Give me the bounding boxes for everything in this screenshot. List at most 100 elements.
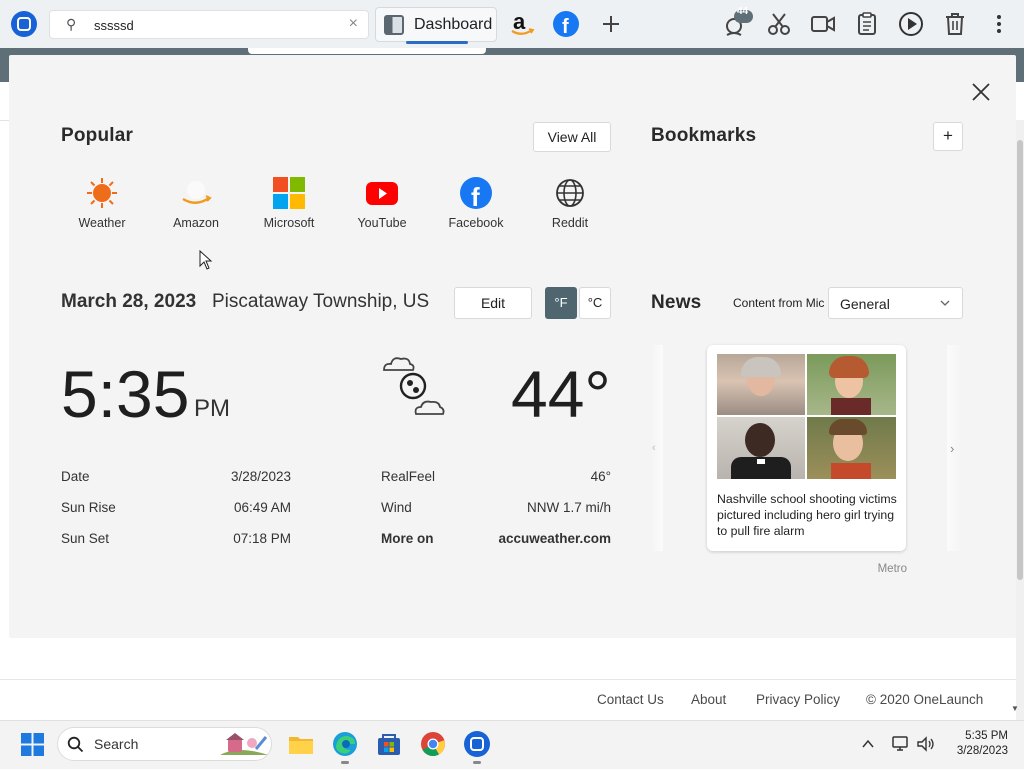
chevron-up-icon[interactable] xyxy=(861,737,875,751)
search-input-value[interactable]: sssssd xyxy=(94,18,134,33)
detail-label: Date xyxy=(61,469,90,484)
copyright-text: © 2020 OneLaunch xyxy=(866,692,984,707)
running-indicator xyxy=(473,761,481,764)
search-icon xyxy=(67,736,84,753)
weather-app-icon xyxy=(87,178,117,208)
app-tile-microsoft[interactable]: Microsoft xyxy=(249,167,329,237)
taskbar-search-box[interactable]: Search xyxy=(57,727,272,761)
detail-label: Wind xyxy=(381,500,412,515)
scrollbar-thumb[interactable] xyxy=(1017,140,1023,580)
file-explorer-icon[interactable] xyxy=(288,731,314,757)
tab-dashboard-label: Dashboard xyxy=(414,16,493,33)
microsoft-store-icon[interactable] xyxy=(376,731,402,757)
clipboard-icon[interactable] xyxy=(852,9,882,39)
onelaunch-logo-icon[interactable] xyxy=(11,11,37,37)
search-icon: ⚲ xyxy=(66,16,77,32)
edit-location-button[interactable]: Edit xyxy=(454,287,532,319)
news-headline[interactable]: Nashville school shooting victims pictur… xyxy=(717,491,897,539)
detail-label: Sun Rise xyxy=(61,500,116,515)
detail-value: 06:49 AM xyxy=(233,500,291,515)
privacy-policy-link[interactable]: Privacy Policy xyxy=(756,692,840,707)
weather-location[interactable]: Piscataway Township, US xyxy=(212,291,429,313)
app-label: Reddit xyxy=(551,216,589,230)
amazon-app-icon xyxy=(182,181,212,204)
search-highlight-art-icon xyxy=(220,733,268,755)
notification-count-badge: 44 xyxy=(736,6,749,17)
detail-value: 46° xyxy=(590,469,611,484)
mouse-cursor-icon xyxy=(199,250,213,270)
footer-divider xyxy=(0,679,1016,680)
more-options-icon[interactable] xyxy=(984,9,1014,39)
video-record-icon[interactable] xyxy=(808,9,838,39)
taskbar-date[interactable]: 3/28/2023 xyxy=(940,745,1008,757)
windows-start-icon[interactable] xyxy=(21,733,44,756)
content-source: Content from Mic xyxy=(716,289,828,319)
clear-search-icon[interactable]: × xyxy=(349,15,358,33)
globe-icon xyxy=(556,179,584,207)
news-category-value: General xyxy=(840,296,890,312)
edge-browser-icon[interactable] xyxy=(332,731,358,757)
news-title: News xyxy=(651,292,702,313)
detail-value: NNW 1.7 mi/h xyxy=(526,500,611,515)
network-icon[interactable] xyxy=(891,735,911,753)
volume-icon[interactable] xyxy=(916,735,936,753)
photo-woman-gray-hair xyxy=(717,354,805,415)
clock-time: 5:35 xyxy=(61,357,190,431)
running-indicator xyxy=(341,761,349,764)
celsius-toggle[interactable]: °C xyxy=(579,287,611,319)
content-source-label: Content from Mic xyxy=(733,296,825,310)
app-tile-reddit[interactable]: Reddit xyxy=(530,167,610,237)
app-tile-facebook[interactable]: f Facebook xyxy=(436,167,516,237)
app-label: Weather xyxy=(78,216,126,230)
detail-label: Sun Set xyxy=(61,531,110,546)
chevron-right-icon[interactable]: › xyxy=(950,441,954,456)
view-all-button[interactable]: View All xyxy=(533,122,611,152)
new-tab-icon[interactable] xyxy=(596,9,626,39)
accuweather-link[interactable]: accuweather.com xyxy=(481,531,611,546)
close-icon[interactable] xyxy=(968,79,994,105)
youtube-app-icon xyxy=(366,182,398,205)
svg-text:a: a xyxy=(513,9,526,34)
facebook-shortcut-icon[interactable]: f xyxy=(551,9,581,39)
app-label: Amazon xyxy=(173,216,219,230)
app-tile-amazon[interactable]: Amazon xyxy=(156,167,236,237)
photo-man-clergy xyxy=(717,417,805,479)
app-tile-weather[interactable]: Weather xyxy=(62,167,142,237)
popular-title: Popular xyxy=(61,125,134,146)
trash-icon[interactable] xyxy=(940,9,970,39)
detail-label: RealFeel xyxy=(381,469,436,484)
svg-text:f: f xyxy=(471,182,480,209)
photo-child xyxy=(807,417,896,479)
app-label: Facebook xyxy=(448,216,504,230)
amazon-shortcut-icon[interactable]: a xyxy=(507,9,537,39)
contact-us-link[interactable]: Contact Us xyxy=(597,692,664,707)
news-source: Metro xyxy=(877,563,907,575)
news-card[interactable]: Nashville school shooting victims pictur… xyxy=(707,345,906,551)
clock-ampm: PM xyxy=(194,395,230,422)
detail-value: 3/28/2023 xyxy=(230,469,291,484)
play-icon[interactable] xyxy=(896,9,926,39)
add-bookmark-button[interactable]: + xyxy=(933,122,963,151)
news-category-select[interactable]: General xyxy=(828,287,963,319)
photo-woman-red-hair xyxy=(807,354,896,415)
weather-date: March 28, 2023 xyxy=(61,291,197,312)
facebook-app-icon: f xyxy=(460,177,492,209)
chevron-left-icon[interactable]: ‹ xyxy=(652,442,656,454)
weather-condition-icon xyxy=(383,357,445,415)
search-input[interactable]: ⚲ sssssd × xyxy=(49,10,369,39)
scissors-icon[interactable] xyxy=(764,9,794,39)
microsoft-app-icon xyxy=(273,177,305,209)
detail-value: 07:18 PM xyxy=(233,531,291,546)
app-tile-youtube[interactable]: YouTube xyxy=(342,167,422,237)
about-link[interactable]: About xyxy=(691,692,726,707)
svg-text:f: f xyxy=(562,16,569,38)
onelaunch-taskbar-icon[interactable] xyxy=(464,731,490,757)
temperature: 44° xyxy=(511,357,611,431)
chrome-browser-icon[interactable] xyxy=(420,731,446,757)
tab-dashboard[interactable]: Dashboard xyxy=(375,7,497,44)
detail-label: More on xyxy=(381,531,434,546)
taskbar-time[interactable]: 5:35 PM xyxy=(940,730,1008,742)
scroll-down-arrow-icon[interactable]: ▼ xyxy=(1011,704,1019,713)
chevron-down-icon xyxy=(940,300,950,306)
fahrenheit-toggle[interactable]: °F xyxy=(545,287,577,319)
